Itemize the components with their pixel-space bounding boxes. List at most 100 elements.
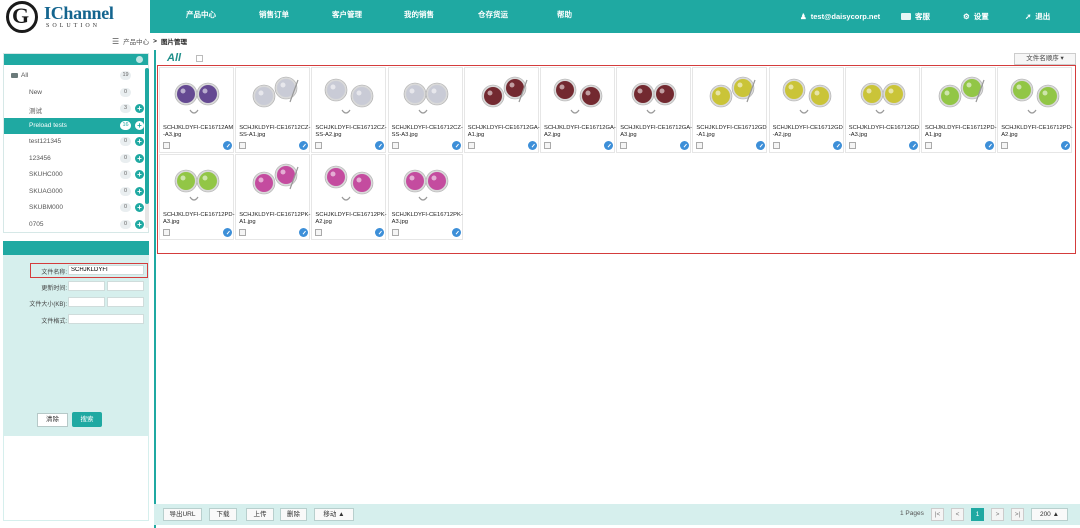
nav-help[interactable]: 帮助 [557, 0, 572, 33]
earring-thumbnail[interactable] [164, 159, 231, 207]
menu-icon[interactable]: ☰ [112, 37, 119, 46]
add-subcategory-icon[interactable]: + [135, 153, 144, 163]
category-item[interactable]: 123456 0 + [4, 151, 144, 167]
prev-page-button[interactable]: < [951, 508, 964, 521]
current-page-button[interactable]: 1 [971, 508, 984, 521]
nav-customer-management[interactable]: 客户管理 [332, 0, 362, 33]
image-select-checkbox[interactable] [544, 142, 551, 149]
earring-thumbnail[interactable] [240, 72, 307, 120]
image-card[interactable]: SCHJKLDYFI-CE16712GA-A2.jpg [540, 67, 616, 153]
modified-to-input[interactable] [107, 281, 144, 291]
image-select-checkbox[interactable] [391, 142, 399, 149]
image-card[interactable]: SCHJKLDYFI-CE16712GD-A3.jpg [844, 67, 920, 153]
edit-image-icon[interactable] [756, 141, 766, 150]
category-item[interactable]: 测试 3 + [4, 101, 144, 117]
image-select-checkbox[interactable] [467, 142, 475, 149]
sort-by-filename-dropdown[interactable]: 文件名顺序 ▾ [1014, 53, 1076, 65]
modified-from-input[interactable] [68, 281, 105, 291]
category-scrollbar-thumb[interactable] [145, 68, 149, 204]
edit-image-icon[interactable] [223, 141, 232, 150]
earring-thumbnail[interactable] [621, 72, 688, 120]
add-subcategory-icon[interactable]: + [135, 137, 144, 146]
image-card[interactable]: SCHJKLDYFI-CE16712CZ-SS-A2.jpg [311, 67, 387, 153]
edit-image-icon[interactable] [451, 141, 461, 150]
image-card[interactable]: SCHJKLDYFI-CE16712PD-A2.jpg [997, 67, 1073, 153]
image-card[interactable]: SCHJKLDYFI-CE16712CZ-SS-A1.jpg [235, 67, 310, 153]
image-card[interactable]: SCHJKLDYFI-CE16712GD-A2.jpg [768, 67, 844, 153]
user-account[interactable]: ♟ test@daisycorp.net [800, 0, 880, 33]
format-input[interactable] [68, 314, 144, 324]
image-select-checkbox[interactable] [1001, 142, 1009, 149]
image-card[interactable]: SCHJKLDYFI-CE16712PD-A3.jpg [159, 154, 235, 240]
breadcrumb-root[interactable]: 产品中心 [123, 36, 149, 46]
image-card[interactable]: SCHJKLDYFI-CE16712CZ-SS-A3.jpg [387, 67, 463, 153]
image-select-checkbox[interactable] [620, 142, 628, 149]
edit-image-icon[interactable] [527, 141, 537, 150]
earring-thumbnail[interactable] [393, 72, 460, 120]
edit-image-icon[interactable] [375, 141, 385, 150]
image-card[interactable]: SCHJKLDYFI-CE16712GA-A3.jpg [616, 67, 692, 153]
earring-thumbnail[interactable] [774, 72, 841, 120]
add-subcategory-icon[interactable]: + [135, 186, 144, 196]
add-subcategory-icon[interactable]: + [135, 219, 144, 229]
image-card[interactable]: SCHJKLDYFI-CE16712GD-A1.jpg [692, 67, 768, 153]
customer-service-button[interactable]: 客服 [901, 0, 930, 33]
edit-image-icon[interactable] [1061, 141, 1071, 150]
earring-thumbnail[interactable] [393, 159, 460, 207]
settings-button[interactable]: ⚙ 设置 [963, 0, 989, 33]
image-select-checkbox[interactable] [315, 229, 323, 236]
size-min-input[interactable] [68, 297, 105, 307]
export-url-button[interactable]: 导出URL [163, 508, 202, 521]
move-dropdown-button[interactable]: 移动 ▲ [314, 508, 354, 521]
edit-image-icon[interactable] [375, 228, 385, 237]
nav-sales-orders[interactable]: 销售订单 [259, 0, 289, 33]
earring-thumbnail[interactable] [164, 72, 231, 120]
nav-warehouse-shipping[interactable]: 仓存货运 [478, 0, 508, 33]
edit-image-icon[interactable] [223, 228, 232, 237]
earring-thumbnail[interactable] [469, 72, 536, 120]
category-item[interactable]: SKUHC000 0 + [4, 167, 144, 183]
edit-image-icon[interactable] [985, 141, 994, 150]
category-item[interactable]: Preload tests 16 + [4, 117, 144, 134]
add-subcategory-icon[interactable]: + [135, 203, 144, 212]
earring-thumbnail[interactable] [240, 159, 307, 207]
image-card[interactable]: SCHJKLDYFI-CE16712GA-A1.jpg [463, 67, 540, 153]
edit-image-icon[interactable] [451, 228, 461, 237]
add-subcategory-icon[interactable]: + [135, 170, 144, 179]
add-subcategory-icon[interactable]: + [135, 104, 144, 113]
category-item[interactable]: SKUAG000 0 + [4, 184, 144, 200]
first-page-button[interactable]: |< [931, 508, 944, 521]
edit-image-icon[interactable] [604, 141, 613, 150]
image-card[interactable]: SCHJKLDYFI-CE16712PK-A3.jpg [387, 154, 463, 240]
nav-product-center[interactable]: 产品中心 [186, 0, 216, 33]
image-select-checkbox[interactable] [239, 142, 247, 149]
earring-thumbnail[interactable] [316, 159, 383, 207]
image-select-checkbox[interactable] [163, 142, 170, 149]
brand-logo[interactable]: G IChannel SOLUTION [0, 0, 150, 36]
nav-my-sales[interactable]: 我的销售 [404, 0, 434, 33]
next-page-button[interactable]: > [991, 508, 1004, 521]
search-button[interactable]: 搜索 [72, 412, 102, 427]
delete-button[interactable]: 删除 [280, 508, 307, 521]
select-all-checkbox[interactable] [196, 55, 203, 62]
image-select-checkbox[interactable] [925, 142, 932, 149]
category-item[interactable]: 0705 0 + [4, 217, 144, 233]
image-card[interactable]: SCHJKLDYFI-CE16712PK-A2.jpg [311, 154, 387, 240]
category-item[interactable]: SKUBM000 0 + [4, 200, 144, 216]
last-page-button[interactable]: >| [1011, 508, 1024, 521]
image-select-checkbox[interactable] [163, 229, 170, 236]
clear-button[interactable]: 清除 [37, 413, 68, 427]
edit-image-icon[interactable] [908, 141, 918, 150]
edit-image-icon[interactable] [680, 141, 690, 150]
download-button[interactable]: 下载 [209, 508, 237, 521]
category-settings-icon[interactable] [136, 56, 143, 63]
earring-thumbnail[interactable] [926, 72, 993, 120]
category-item[interactable]: New 0 [4, 85, 144, 101]
image-select-checkbox[interactable] [391, 229, 399, 236]
page-size-select[interactable]: 200 ▲ [1031, 508, 1068, 521]
edit-image-icon[interactable] [299, 228, 309, 237]
earring-thumbnail[interactable] [545, 72, 612, 120]
image-select-checkbox[interactable] [315, 142, 323, 149]
edit-image-icon[interactable] [299, 141, 309, 150]
earring-thumbnail[interactable] [1002, 72, 1069, 120]
